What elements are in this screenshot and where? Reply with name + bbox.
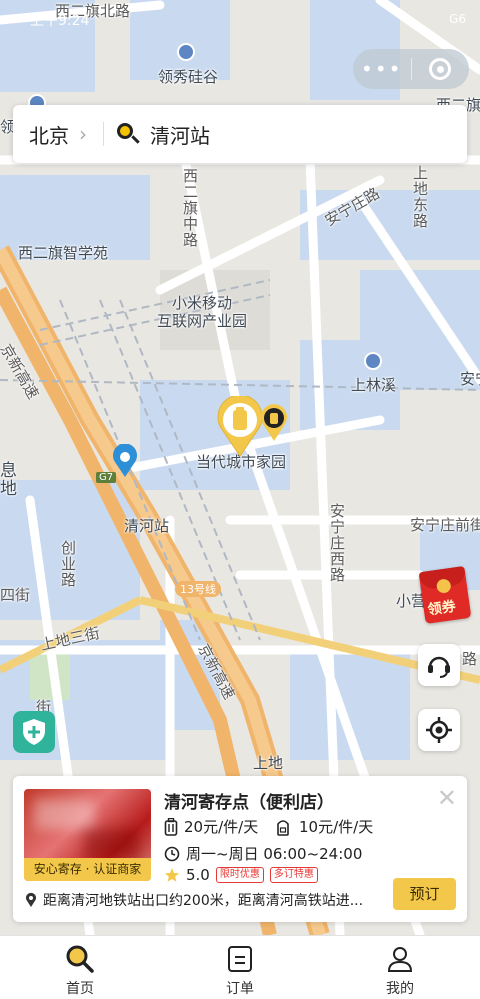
coupon-label: 领券 [426,598,457,619]
coupon-button[interactable]: 领券 [418,566,476,624]
label-shanglinxi: 上林溪 [351,376,397,394]
rating-row: 5.0 限时优惠 多订特惠 [164,866,318,884]
tab-orders-label: 订单 [226,981,254,997]
shield-plus-icon [23,719,45,745]
suitcase-icon [164,817,178,836]
storage-pin-icon[interactable] [260,404,288,442]
tab-home-label: 首页 [66,981,94,997]
certified-tag: 安心寄存 · 认证商家 [24,858,151,881]
status-bar: 上午9:24 G6 [0,0,480,34]
customer-service-button[interactable] [418,644,460,686]
label-lu: 路 [462,650,478,668]
tab-bar: 首页 订单 我的 [0,935,480,999]
search-input[interactable]: 清河站 [150,120,210,149]
book-button[interactable]: 预订 [393,878,456,910]
more-menu-icon[interactable]: ••• [353,57,411,81]
poi-icon [177,43,195,61]
price-suitcase-row: 20元/件/天 [164,816,258,837]
tab-orders[interactable]: 订单 [160,936,320,999]
label-line13: 13号线 [175,581,221,597]
label-an: 安宁 [460,370,480,388]
tab-me-label: 我的 [386,981,414,997]
star-icon [165,868,179,882]
location-pin-icon[interactable] [112,444,138,478]
crosshair-icon [426,717,452,743]
locate-me-button[interactable] [418,709,460,751]
close-miniprogram-button[interactable] [411,58,469,80]
storage-info-card[interactable]: 安心寄存 · 认证商家 清河寄存点（便利店） ✕ 20元/件/天 10元/件/天… [13,776,467,922]
label-shangdi: 上地 [253,754,284,772]
store-title: 清河寄存点（便利店） [164,793,334,813]
opening-hours: 周一~周日 06:00~24:00 [186,845,363,863]
close-icon[interactable]: ✕ [437,784,457,812]
safety-button[interactable] [13,711,55,753]
price-bag: 10元/件/天 [299,818,374,836]
address-row: 距离清河地铁站出口约200米，距离清河高铁站进... [25,890,363,910]
address-text: 距离清河地铁站出口约200米，距离清河高铁站进... [43,893,364,909]
price-bag-row: 10元/件/天 [275,816,373,837]
clock-icon [164,846,180,861]
miniprogram-capsule: ••• [353,49,469,89]
city-selector[interactable]: 北京 [29,120,69,149]
tab-home[interactable]: 首页 [0,936,160,999]
label-anningzhuang-front: 安宁庄前街 [410,516,480,534]
storage-pin-selected-icon[interactable] [216,396,264,458]
hours-row: 周一~周日 06:00~24:00 [164,843,362,864]
location-icon [26,892,36,907]
label-anningzhuang-west: 安宁庄西路 [328,503,346,583]
headset-icon [428,656,450,678]
rating-value: 5.0 [186,866,210,884]
promo-badge-limited: 限时优惠 [215,867,264,883]
label-xiaomi-park: 小米移动 互联网产业园 [157,294,248,330]
search-icon [116,122,140,146]
red-envelope-icon: 领券 [418,566,472,624]
label-si-street: 四街 [0,586,31,604]
search-divider [103,122,104,146]
poi-icon [364,352,382,370]
tab-me[interactable]: 我的 [320,936,480,999]
price-suitcase: 20元/件/天 [184,818,259,836]
label-xi-di: 息 地 [0,461,17,499]
label-xierqi-zhixue: 西二旗智学苑 [18,244,109,262]
status-time: 上午9:24 [30,13,90,29]
promo-badge-multi: 多订特惠 [269,867,318,883]
label-lingxiu: 领秀硅谷 [158,68,219,86]
status-right-info: G6 [449,12,466,26]
user-icon [387,947,413,972]
order-icon [228,946,252,972]
close-target-icon [429,58,452,80]
search-home-icon [66,945,94,973]
chevron-right-icon[interactable]: › [79,122,87,146]
label-qinghe-station: 清河站 [124,517,170,535]
label-xierqi-middle-road: 西二旗中路 [181,168,199,248]
label-chuangye-road: 创业路 [59,540,77,588]
search-bar[interactable]: 北京 › 清河站 [13,105,467,163]
backpack-icon [277,819,289,836]
label-shangdi-east-road: 上地东路 [411,165,429,229]
